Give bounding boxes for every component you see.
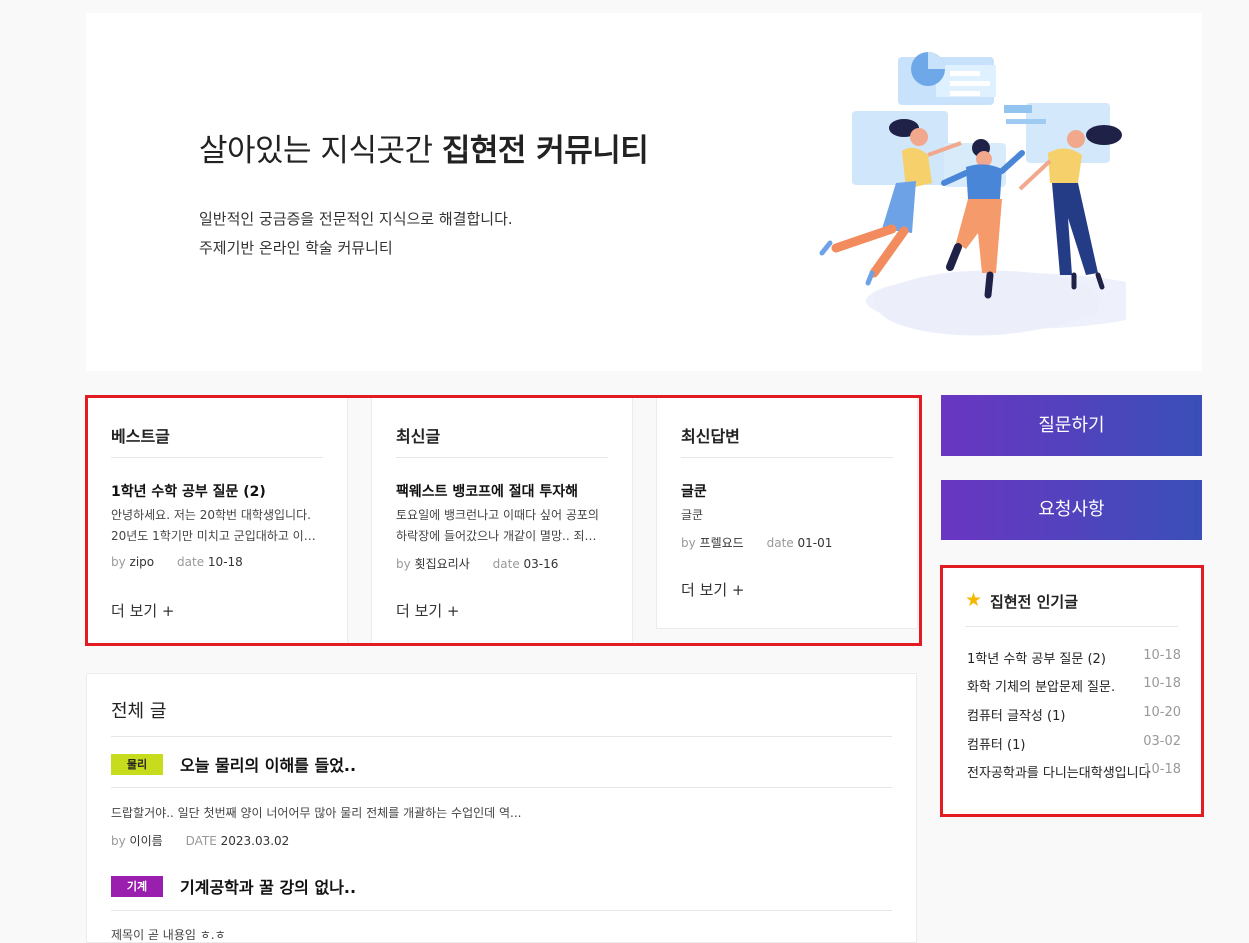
post-excerpt-line1: 안녕하세요. 저는 20학번 대학생입니다. <box>111 508 311 522</box>
post-excerpt-line2: 하락장에 들어갔으나 개같이 멸망.. 죄송... <box>396 529 606 543</box>
by-label: by <box>681 536 696 550</box>
post-author: 횟집요리사 <box>414 557 470 571</box>
star-icon: ★ <box>965 589 983 611</box>
hero-sub-line2: 주제기반 온라인 학술 커뮤니티 <box>199 239 393 257</box>
popular-item-date: 10-18 <box>1143 648 1181 663</box>
post-meta: by 횟집요리사 date 03-16 <box>396 555 558 572</box>
card-divider <box>681 457 893 458</box>
post-date: 01-01 <box>797 536 833 550</box>
post-date: 10-18 <box>207 555 243 569</box>
hero-title: 살아있는 지식곳간 집현전 커뮤니티 <box>199 125 649 170</box>
date-label: date <box>766 536 794 550</box>
popular-item-date: 10-20 <box>1143 705 1181 720</box>
hero-illustration <box>819 52 1126 336</box>
card-divider <box>111 457 323 458</box>
hero-sub-line1: 일반적인 궁금증을 전문적인 지식으로 해결합니다. <box>199 210 513 228</box>
post-date: 2023.03.02 <box>220 834 290 848</box>
post-author: 프렐요드 <box>699 536 744 550</box>
popular-item-date: 10-18 <box>1143 762 1181 777</box>
date-label: DATE <box>185 834 217 848</box>
popular-item-title: 컴퓨터 글작성 (1) <box>967 709 1066 724</box>
post-excerpt-line2: 20년도 1학기만 미치고 군입대하고 이번 ... <box>111 529 321 543</box>
by-label: by <box>111 555 126 569</box>
card-divider <box>396 457 608 458</box>
more-link[interactable]: 더 보기 + <box>111 600 175 621</box>
by-label: by <box>111 834 126 848</box>
post-meta: by zipo date 10-18 <box>111 555 243 569</box>
post-author: 이이름 <box>129 834 163 848</box>
popular-posts-panel: ★ 집현전 인기글 1학년 수학 공부 질문 (2) 10-18 화학 기체의 … <box>941 566 1202 816</box>
popular-item[interactable]: 컴퓨터 (1) 03-02 <box>967 734 1181 753</box>
popular-item-title: 전자공학과를 다니는대학생입니다 <box>967 766 1151 781</box>
ask-question-button[interactable]: 질문하기 <box>941 395 1202 456</box>
popular-item[interactable]: 컴퓨터 글작성 (1) 10-20 <box>967 705 1181 724</box>
post-excerpt: 글쿤 <box>681 505 891 526</box>
post-title-link[interactable]: 1학년 수학 공부 질문 (2) <box>111 481 266 501</box>
post-excerpt-line1: 토요일에 뱅크런나고 이때다 싶어 공포의 <box>396 508 599 522</box>
post-title-link[interactable]: 글쿤 <box>681 481 707 501</box>
popular-item[interactable]: 화학 기체의 분압문제 질문. 10-18 <box>967 676 1181 695</box>
post-meta: by 이이름 DATE 2023.03.02 <box>111 832 289 849</box>
post-meta: by 프렐요드 date 01-01 <box>681 534 832 551</box>
popular-divider <box>965 626 1178 627</box>
popular-item-title: 컴퓨터 (1) <box>967 738 1026 753</box>
post-title-link[interactable]: 기계공학과 꿀 강의 없나.. <box>180 874 356 898</box>
category-tag[interactable]: 물리 <box>111 754 163 775</box>
all-posts-panel: 전체 글 물리 오늘 물리의 이해를 들었.. 드랍할거야.. 일단 첫번째 양… <box>86 673 917 943</box>
more-link[interactable]: 더 보기 + <box>681 579 745 600</box>
hero-title-plain: 살아있는 지식곳간 <box>199 133 442 169</box>
hero-subtitle: 일반적인 궁금증을 전문적인 지식으로 해결합니다. 주제기반 온라인 학술 커… <box>199 205 513 263</box>
post-excerpt-line1: 글쿤 <box>681 508 704 522</box>
post-date: 03-16 <box>523 557 559 571</box>
popular-item[interactable]: 전자공학과를 다니는대학생입니다 10-18 <box>967 762 1181 781</box>
hero-banner: 살아있는 지식곳간 집현전 커뮤니티 일반적인 궁금증을 전문적인 지식으로 해… <box>86 13 1202 371</box>
popular-title: 집현전 인기글 <box>990 593 1079 611</box>
popular-item[interactable]: 1학년 수학 공부 질문 (2) 10-18 <box>967 648 1181 667</box>
popular-item-date: 03-02 <box>1143 734 1181 749</box>
by-label: by <box>396 557 411 571</box>
post-divider <box>111 910 892 911</box>
card-best-posts: 베스트글 1학년 수학 공부 질문 (2) 안녕하세요. 저는 20학번 대학생… <box>86 396 348 644</box>
popular-item-date: 10-18 <box>1143 676 1181 691</box>
popular-item-title: 1학년 수학 공부 질문 (2) <box>967 652 1106 667</box>
popular-item-title: 화학 기체의 분압문제 질문. <box>967 680 1116 695</box>
card-latest-posts: 최신글 팩웨스트 뱅코프에 절대 투자해 토요일에 뱅크런나고 이때다 싶어 공… <box>371 396 633 644</box>
hero-title-highlight: 집현전 커뮤니티 <box>441 125 649 170</box>
post-author: zipo <box>129 555 155 569</box>
post-title-link[interactable]: 오늘 물리의 이해를 들었.. <box>180 752 356 776</box>
card-title: 최신답변 <box>681 427 740 446</box>
category-tag[interactable]: 기계 <box>111 876 163 897</box>
post-title-link[interactable]: 팩웨스트 뱅코프에 절대 투자해 <box>396 481 578 501</box>
card-title: 최신글 <box>396 427 441 446</box>
post-excerpt: 드랍할거야.. 일단 첫번째 양이 너어어무 많아 물리 전체를 개괄하는 수업… <box>111 806 522 820</box>
date-label: date <box>177 555 205 569</box>
all-posts-divider <box>111 736 892 737</box>
post-excerpt: 제목이 곧 내용임 ㅎ.ㅎ <box>111 928 226 942</box>
post-excerpt: 안녕하세요. 저는 20학번 대학생입니다. 20년도 1학기만 미치고 군입대… <box>111 505 321 547</box>
request-button[interactable]: 요청사항 <box>941 480 1202 540</box>
date-label: date <box>492 557 520 571</box>
card-latest-answers: 최신답변 글쿤 글쿤 by 프렐요드 date 01-01 더 보기 + <box>656 396 918 629</box>
card-title: 베스트글 <box>111 427 170 446</box>
more-link[interactable]: 더 보기 + <box>396 600 460 621</box>
post-excerpt: 토요일에 뱅크런나고 이때다 싶어 공포의 하락장에 들어갔으나 개같이 멸망.… <box>396 505 606 547</box>
all-posts-title: 전체 글 <box>111 701 167 722</box>
post-divider <box>111 787 892 788</box>
